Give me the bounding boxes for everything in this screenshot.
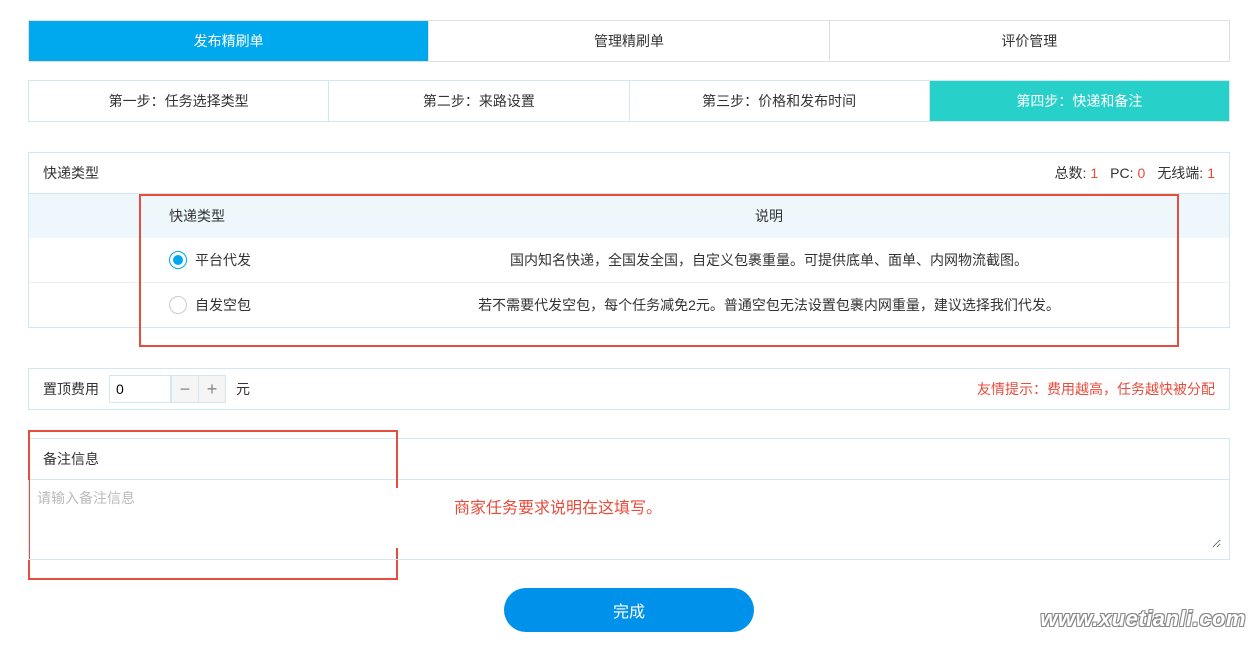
option-desc: 国内知名快递，全国发全国，自定义包裹重量。可提供底单、面单、内网物流截图。 [309, 238, 1229, 283]
submit-button[interactable]: 完成 [504, 588, 754, 632]
pin-fee-unit: 元 [236, 379, 250, 399]
option-desc: 若不需要代发空包，每个任务减免2元。普通空包无法设置包裹内网重量，建议选择我们代… [309, 283, 1229, 328]
watermark: www.xuetianli.com [1040, 606, 1246, 632]
radio-icon [169, 251, 187, 269]
pin-fee-row: 置顶费用 − + 元 友情提示：费用越高，任务越快被分配 [28, 368, 1230, 410]
express-options-wrapper: 快递类型 说明 平台代发 国内知名快递，全国发全国，自定义包裹重量。可提供底单、… [28, 194, 1230, 328]
option-row-platform: 平台代发 国内知名快递，全国发全国，自定义包裹重量。可提供底单、面单、内网物流截… [29, 238, 1229, 283]
radio-icon [169, 296, 187, 314]
tab-review[interactable]: 评价管理 [830, 21, 1229, 61]
stats-bar: 总数: 1 PC: 0 无线端: 1 [1054, 163, 1215, 183]
mobile-value: 1 [1207, 165, 1215, 181]
radio-platform-proxy[interactable]: 平台代发 [169, 250, 297, 270]
option-label: 平台代发 [195, 250, 251, 270]
remark-title: 备注信息 [28, 438, 1230, 480]
total-value: 1 [1090, 165, 1098, 181]
col-header-type: 快递类型 [29, 194, 309, 238]
stepper-minus-button[interactable]: − [171, 375, 199, 403]
step-tab-4[interactable]: 第四步：快递和备注 [930, 81, 1229, 121]
stepper-plus-button[interactable]: + [198, 375, 226, 403]
remark-body: 商家任务要求说明在这填写。 [28, 480, 1230, 560]
remark-textarea[interactable] [37, 488, 1221, 548]
step-nav-tabs: 第一步：任务选择类型 第二步：来路设置 第三步：价格和发布时间 第四步：快递和备… [28, 80, 1230, 122]
pc-label: PC: [1110, 165, 1133, 181]
express-options-table: 快递类型 说明 平台代发 国内知名快递，全国发全国，自定义包裹重量。可提供底单、… [29, 194, 1229, 327]
section-header: 快递类型 总数: 1 PC: 0 无线端: 1 [28, 152, 1230, 194]
step-tab-1[interactable]: 第一步：任务选择类型 [29, 81, 329, 121]
remark-container: 备注信息 商家任务要求说明在这填写。 [28, 438, 1230, 560]
col-header-desc: 说明 [309, 194, 1229, 238]
radio-self-send[interactable]: 自发空包 [169, 295, 297, 315]
option-label: 自发空包 [195, 295, 251, 315]
option-row-self: 自发空包 若不需要代发空包，每个任务减免2元。普通空包无法设置包裹内网重量，建议… [29, 283, 1229, 328]
tab-manage[interactable]: 管理精刷单 [429, 21, 829, 61]
mobile-label: 无线端: [1157, 163, 1203, 183]
tab-publish[interactable]: 发布精刷单 [29, 21, 429, 61]
pin-fee-hint: 友情提示：费用越高，任务越快被分配 [977, 379, 1215, 399]
step-tab-3[interactable]: 第三步：价格和发布时间 [630, 81, 930, 121]
pin-fee-label: 置顶费用 [43, 379, 99, 399]
pin-fee-input[interactable] [109, 375, 171, 403]
step-tab-2[interactable]: 第二步：来路设置 [329, 81, 629, 121]
total-label: 总数: [1054, 163, 1086, 183]
top-nav-tabs: 发布精刷单 管理精刷单 评价管理 [28, 20, 1230, 62]
section-title: 快递类型 [43, 163, 99, 183]
pc-value: 0 [1138, 165, 1146, 181]
